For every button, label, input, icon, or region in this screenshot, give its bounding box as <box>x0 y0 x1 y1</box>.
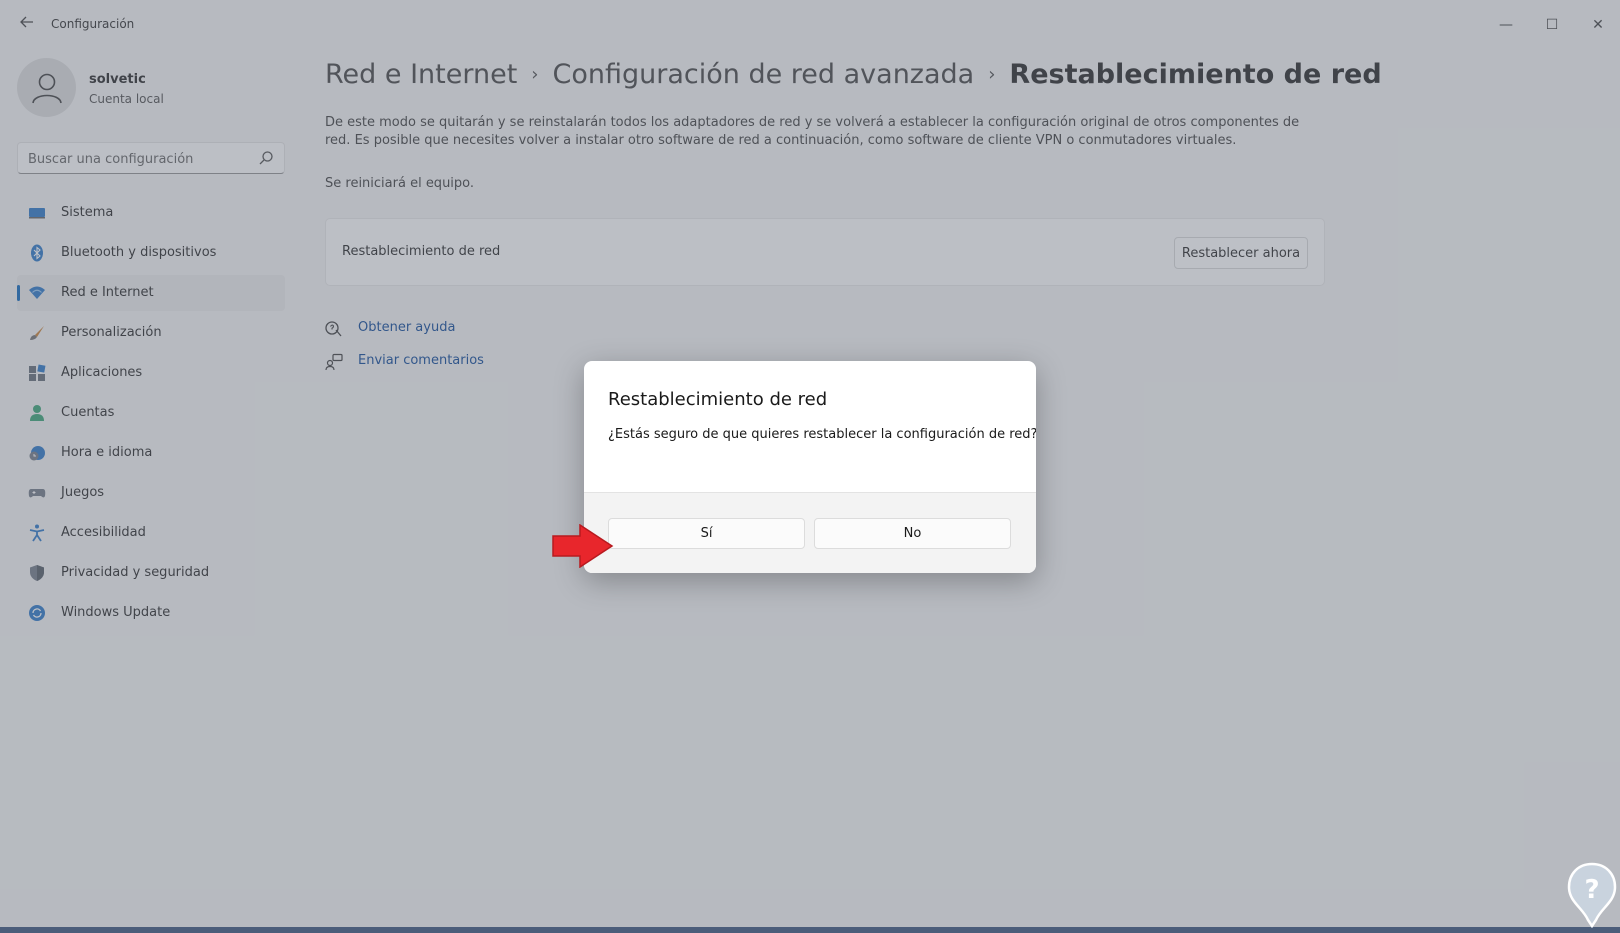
yes-button[interactable]: Sí <box>608 518 805 549</box>
taskbar-edge <box>0 927 1620 933</box>
network-reset-dialog: Restablecimiento de red ¿Estás seguro de… <box>584 361 1036 573</box>
watermark-logo-icon: ? <box>1567 862 1617 928</box>
dialog-title: Restablecimiento de red <box>608 389 828 410</box>
red-arrow-icon <box>552 524 614 568</box>
svg-text:?: ? <box>1584 875 1599 905</box>
dialog-message: ¿Estás seguro de que quieres restablecer… <box>608 427 1036 442</box>
dialog-footer: Sí No <box>584 492 1036 573</box>
no-button[interactable]: No <box>814 518 1011 549</box>
